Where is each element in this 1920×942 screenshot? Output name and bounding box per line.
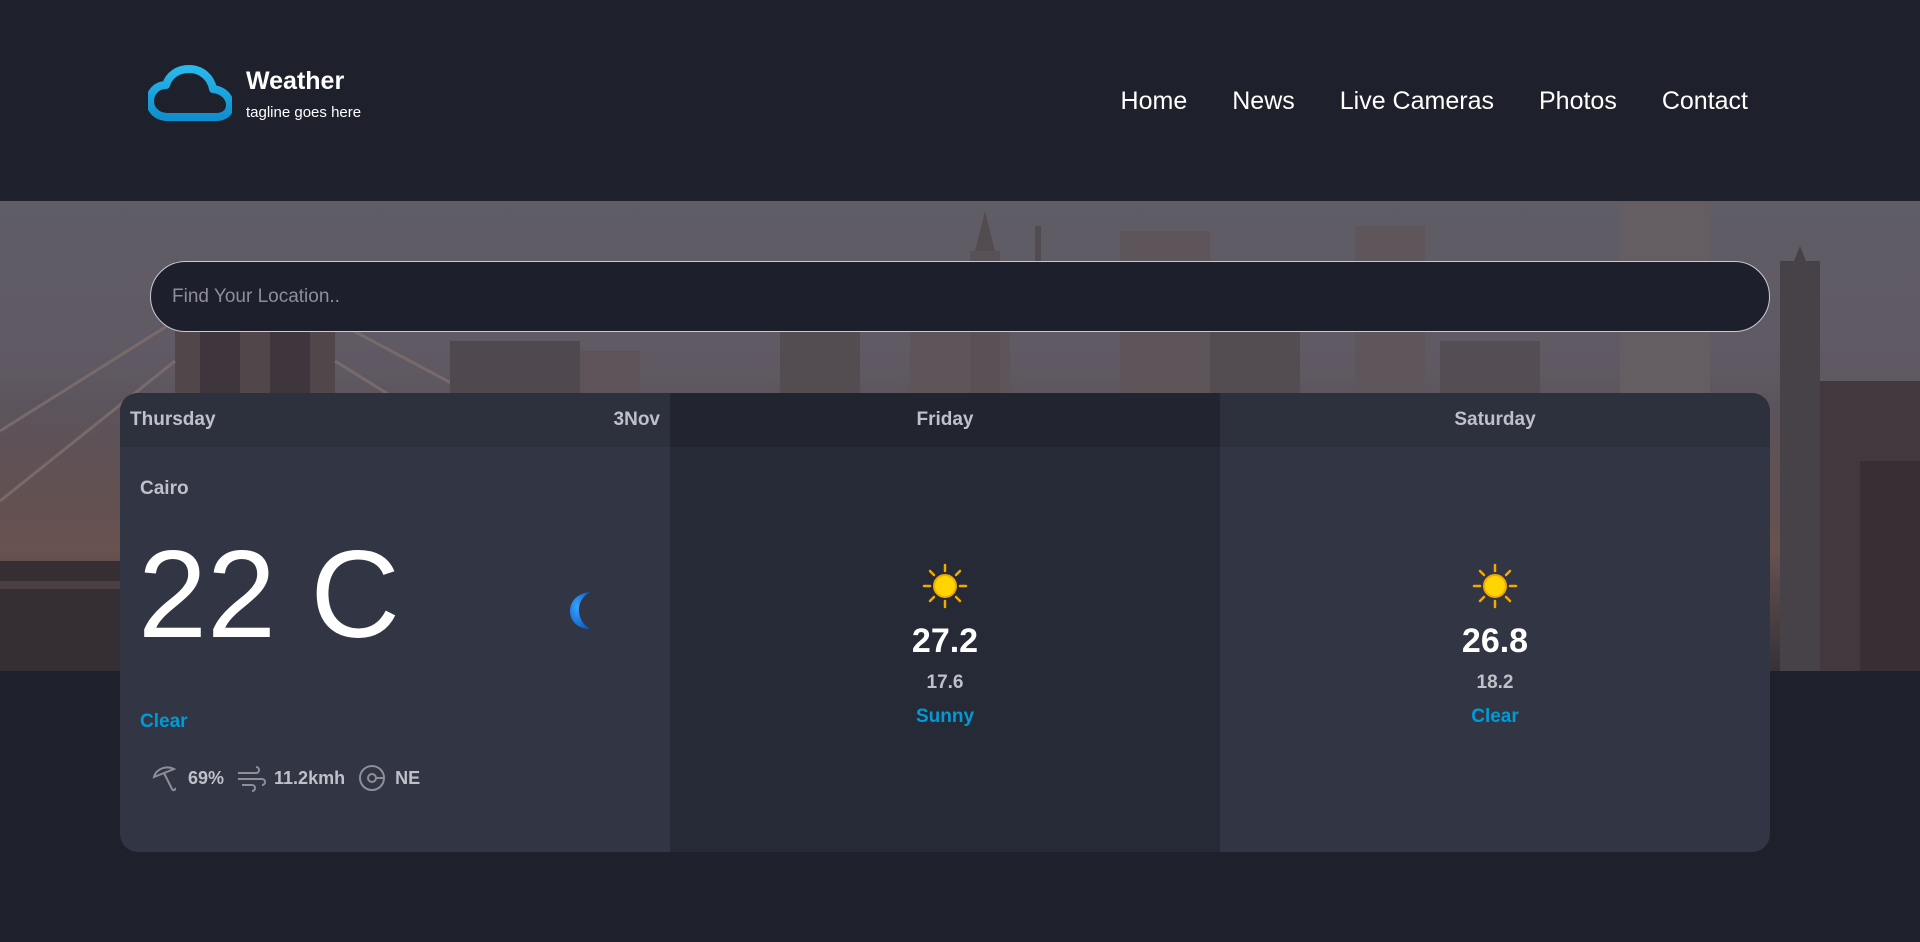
location-search-input[interactable] [172,285,1769,308]
sun-icon [1472,563,1518,609]
nav-news[interactable]: News [1232,84,1295,118]
humidity-value: 69% [188,767,225,788]
umbrella-icon [152,766,177,792]
today-card-header: Thursday 3Nov [120,393,670,447]
main-nav: Home News Live Cameras Photos Contact [1121,84,1748,118]
forecast-condition: Clear [1471,706,1519,727]
today-condition: Clear [140,711,188,732]
day-card-header: Saturday [1220,393,1770,447]
wind-speed-value: 11.2kmh [274,767,346,788]
brand[interactable]: Weather tagline goes here [148,64,361,124]
day-forecast-card: Friday 27.2 17.6 Sunny [670,393,1220,852]
day-forecast-content: 27.2 17.6 Sunny [670,563,1220,729]
high-temperature: 26.8 [1461,622,1529,660]
low-temperature: 17.6 [926,672,964,693]
site-header: Weather tagline goes here Home News Live… [0,0,1920,201]
wind-direction-stat: NE [357,763,420,793]
high-temperature: 27.2 [911,622,979,660]
wind-direction-value: NE [395,767,421,788]
today-date: 3Nov [613,409,660,430]
nav-photos[interactable]: Photos [1539,84,1617,118]
brand-tagline: tagline goes here [246,104,362,121]
sun-icon [922,563,968,609]
moon-icon [570,592,590,629]
today-forecast-card: Thursday 3Nov Cairo 22 C Clear 69% 11.2k… [120,393,670,852]
nav-live-cameras[interactable]: Live Cameras [1340,84,1494,118]
location-search [150,261,1770,332]
day-card-header: Friday [670,393,1220,447]
cloud-icon [148,65,232,121]
forecast-day: Friday [916,409,974,430]
city-name: Cairo [140,478,189,499]
day-forecast-content: 26.8 18.2 Clear [1220,563,1770,729]
forecast-panel: Thursday 3Nov Cairo 22 C Clear 69% 11.2k… [120,393,1770,852]
forecast-day: Saturday [1454,409,1536,430]
forecast-condition: Sunny [915,706,975,727]
nav-contact[interactable]: Contact [1662,84,1748,118]
weather-stats: 69% 11.2kmh NE [150,763,432,793]
today-day: Thursday [130,409,216,430]
compass-icon [359,765,386,791]
humidity-stat: 69% [150,763,224,793]
day-forecast-card: Saturday 26.8 18.2 Clear [1220,393,1770,852]
current-temperature: 22 C [138,526,400,664]
brand-title: Weather [246,67,345,95]
nav-home[interactable]: Home [1121,84,1188,118]
wind-icon [238,766,267,792]
wind-speed-stat: 11.2kmh [236,763,345,793]
low-temperature: 18.2 [1476,672,1514,693]
